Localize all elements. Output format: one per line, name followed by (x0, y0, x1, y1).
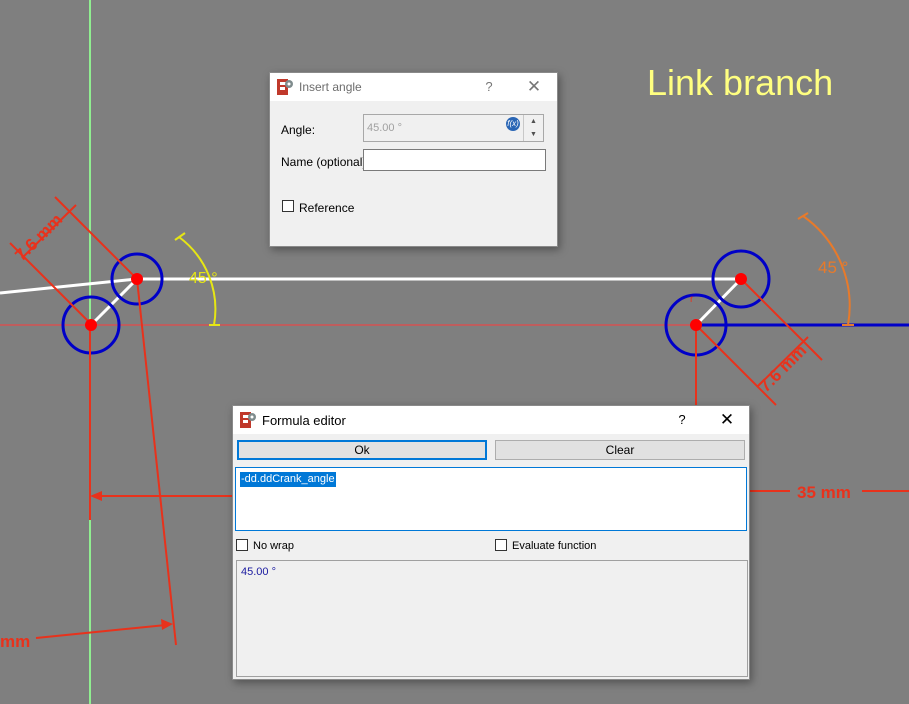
reference-checkbox[interactable] (282, 200, 294, 212)
name-input[interactable] (363, 149, 546, 171)
evaluate-function-checkbox[interactable] (495, 539, 507, 551)
dimension-right-angle-label: 45 ° (818, 258, 848, 277)
dimension-right-length-label: 7.6 mm (755, 341, 810, 396)
expression-text: -dd.ddCrank_angle (240, 472, 336, 487)
dimension-left-length-label: 7.6 mm (11, 210, 66, 265)
help-button[interactable]: ? (476, 77, 502, 97)
insert-angle-titlebar[interactable]: Insert angle ? ✕ (270, 73, 557, 101)
no-wrap-checkbox[interactable] (236, 539, 248, 551)
angle-label: Angle: (281, 123, 316, 137)
result-text: 45.00 ° (241, 566, 276, 578)
spin-buttons: ▲ ▼ (523, 115, 543, 141)
point-left-bottom[interactable] (85, 319, 97, 331)
spin-down-icon[interactable]: ▼ (524, 128, 543, 141)
dimension-left-angle-label: 45 ° (189, 270, 218, 287)
arrowhead-bottom-left (161, 619, 173, 630)
point-right-bottom[interactable] (690, 319, 702, 331)
spin-up-icon[interactable]: ▲ (524, 115, 543, 128)
expression-input[interactable]: -dd.ddCrank_angle (235, 467, 747, 531)
ok-button[interactable]: Ok (237, 440, 487, 460)
angle-value: 45.00 ° (367, 122, 402, 134)
point-left-top[interactable] (131, 273, 143, 285)
result-output: 45.00 ° (236, 560, 748, 677)
evaluate-function-label: Evaluate function (512, 540, 597, 552)
freecad-icon (240, 412, 256, 428)
fx-icon[interactable]: f(x) (506, 117, 520, 131)
close-button[interactable]: ✕ (714, 410, 740, 430)
insert-angle-dialog: Insert angle ? ✕ Angle: 45.00 ° f(x) ▲ ▼… (269, 72, 558, 247)
dimension-bottom-left-line[interactable] (35, 624, 167, 639)
close-button[interactable]: ✕ (521, 77, 547, 97)
angle-spinbox[interactable]: 45.00 ° f(x) ▲ ▼ (363, 114, 544, 142)
insert-angle-title: Insert angle (299, 80, 362, 94)
dimension-bottom-right-label: 35 mm (797, 483, 851, 502)
no-wrap-label: No wrap (253, 540, 294, 552)
freecad-icon (277, 79, 293, 95)
clear-button[interactable]: Clear (495, 440, 745, 460)
formula-editor-titlebar[interactable]: Formula editor ? ✕ (233, 406, 749, 434)
reference-label: Reference (299, 201, 355, 215)
formula-editor-dialog: Formula editor ? ✕ Ok Clear -dd.ddCrank_… (232, 405, 750, 680)
dimension-left-length[interactable] (9, 196, 138, 326)
crank-line-right[interactable] (694, 277, 743, 327)
arrowhead-left (90, 491, 102, 501)
name-label: Name (optional) (281, 155, 367, 169)
overlay-title: Link branch (647, 62, 834, 103)
help-button[interactable]: ? (669, 410, 695, 430)
formula-editor-title: Formula editor (262, 413, 346, 428)
dimension-bottom-left-label: mm (0, 632, 30, 651)
point-right-top[interactable] (735, 273, 747, 285)
slanted-extension (136, 278, 177, 646)
